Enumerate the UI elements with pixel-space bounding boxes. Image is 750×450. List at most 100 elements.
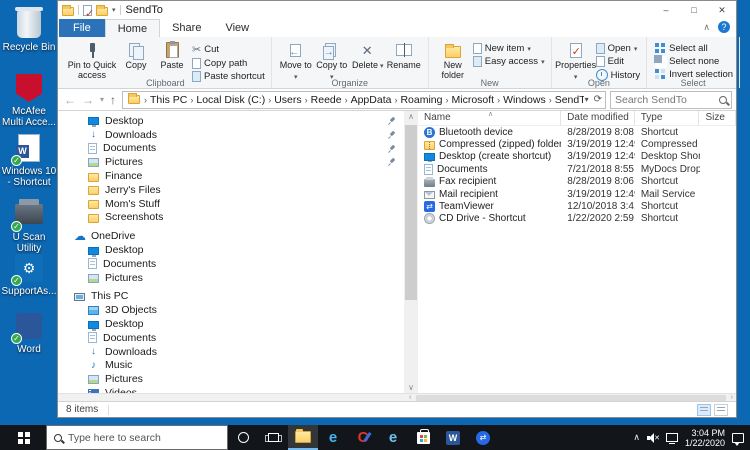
scroll-up-icon[interactable]: ∧: [404, 112, 418, 121]
desktop-icon-supportas[interactable]: ✓SupportAs...: [1, 252, 57, 297]
desktop-icon-u-scan-utility[interactable]: ✓U Scan Utility: [1, 198, 57, 254]
new-item-button[interactable]: New item▾: [473, 43, 545, 54]
sidebar-item-pictures[interactable]: Pictures: [58, 271, 404, 285]
start-button[interactable]: [0, 425, 46, 450]
breadcrumb-segment-sendto[interactable]: SendTo: [553, 94, 584, 106]
search-box[interactable]: Search SendTo: [610, 91, 732, 109]
sidebar-item-documents[interactable]: Documents: [58, 142, 404, 156]
sidebar-item-desktop[interactable]: Desktop: [58, 317, 404, 331]
copy-button[interactable]: Copy: [118, 40, 154, 71]
qat-folder-icon[interactable]: [62, 7, 74, 16]
action-center-icon[interactable]: [732, 433, 744, 443]
copy-to-button[interactable]: Copy to ▾: [314, 40, 350, 82]
taskbar-edge-button[interactable]: e: [318, 425, 348, 450]
tab-share[interactable]: Share: [160, 19, 213, 37]
file-row-documents[interactable]: Documents7/21/2018 8:55 PMMyDocs Drop Ta…: [418, 163, 736, 175]
sidebar-item-this-pc[interactable]: This PC: [58, 290, 404, 304]
desktop-icon-recycle-bin[interactable]: Recycle Bin: [1, 8, 57, 53]
minimize-button[interactable]: –: [652, 1, 680, 19]
sidebar-item-pictures[interactable]: Pictures: [58, 155, 404, 169]
up-button-icon[interactable]: ↑: [110, 93, 116, 107]
sidebar-item-3d-objects[interactable]: 3D Objects: [58, 303, 404, 317]
network-icon[interactable]: [666, 433, 678, 442]
tab-file[interactable]: File: [59, 19, 105, 37]
file-row-fax-recipient[interactable]: Fax recipient8/28/2019 8:06 PMShortcut: [418, 176, 736, 188]
taskbar-internet-explorer-button[interactable]: e: [378, 425, 408, 450]
sidebar-item-onedrive[interactable]: ☁OneDrive: [58, 229, 404, 243]
tab-home[interactable]: Home: [105, 19, 160, 37]
scroll-left-icon[interactable]: ‹: [406, 394, 414, 401]
file-row-mail-recipient[interactable]: Mail recipient3/19/2019 12:49 AMMail Ser…: [418, 188, 736, 200]
tray-expand-chevron-icon[interactable]: ∧: [633, 432, 640, 443]
qat-properties-icon[interactable]: [83, 5, 92, 16]
breadcrumb-segment-this-pc[interactable]: This PC: [148, 94, 189, 106]
file-row-bluetooth-device[interactable]: BBluetooth device8/28/2019 8:08 PMShortc…: [418, 126, 736, 138]
column-header-size[interactable]: Size: [699, 111, 736, 125]
file-row-cd-drive-shortcut[interactable]: CD Drive - Shortcut1/22/2020 2:59 PMShor…: [418, 213, 736, 225]
close-button[interactable]: ✕: [708, 1, 736, 19]
pin-to-quick-access-button[interactable]: Pin to Quick access: [66, 40, 118, 80]
clock[interactable]: 3:04 PM 1/22/2020: [685, 428, 725, 448]
scrollbar-thumb[interactable]: [405, 125, 417, 300]
easy-access-button[interactable]: Easy access▾: [473, 56, 545, 67]
breadcrumb[interactable]: ›This PC›Local Disk (C:)›Users›Reede›App…: [122, 91, 606, 109]
breadcrumb-segment-windows[interactable]: Windows: [501, 94, 548, 106]
rename-button[interactable]: Rename: [386, 40, 422, 71]
taskbar-word-button[interactable]: W: [438, 425, 468, 450]
sidebar-item-desktop[interactable]: Desktop: [58, 243, 404, 257]
column-header-date-modified[interactable]: Date modified: [561, 111, 635, 125]
column-header-type[interactable]: Type: [635, 111, 700, 125]
sidebar-item-music[interactable]: ♪Music: [58, 359, 404, 373]
sidebar-item-mom-s-stuff[interactable]: Mom's Stuff: [58, 197, 404, 211]
move-to-button[interactable]: Move to ▾: [278, 40, 314, 82]
desktop-icon-windows-10-shortcut[interactable]: ✓Windows 10 - Shortcut: [1, 132, 57, 188]
nav-scrollbar[interactable]: ∧ ∨: [404, 111, 418, 393]
sidebar-item-screenshots[interactable]: Screenshots: [58, 211, 404, 225]
volume-muted-icon[interactable]: ✕: [647, 433, 659, 443]
new-folder-button[interactable]: New folder: [435, 40, 471, 80]
forward-button-icon[interactable]: →: [82, 93, 94, 107]
paste-button[interactable]: Paste: [154, 40, 190, 71]
sidebar-item-videos[interactable]: Videos: [58, 386, 404, 393]
properties-button[interactable]: Properties ▾: [558, 40, 594, 82]
breadcrumb-segment-reede[interactable]: Reede: [309, 94, 344, 106]
taskbar-search[interactable]: Type here to search: [46, 425, 228, 450]
taskbar-teamviewer-button[interactable]: ⇄: [468, 425, 498, 450]
taskbar-task-view-button[interactable]: [258, 425, 288, 450]
maximize-button[interactable]: □: [680, 1, 708, 19]
breadcrumb-segment-roaming[interactable]: Roaming: [398, 94, 444, 106]
file-row-teamviewer[interactable]: ⇄TeamViewer12/10/2018 3:41 PMShortcut: [418, 200, 736, 212]
sidebar-item-downloads[interactable]: ↓Downloads: [58, 128, 404, 142]
taskbar-microsoft-store-button[interactable]: [408, 425, 438, 450]
edit-button[interactable]: Edit: [596, 56, 641, 67]
title-bar[interactable]: ▾ SendTo – □ ✕: [58, 1, 736, 19]
cut-button[interactable]: Cut: [192, 43, 265, 56]
delete-button[interactable]: Delete ▾: [350, 40, 386, 72]
details-view-button[interactable]: [697, 404, 711, 416]
desktop-icon-mcafee-multi-acce[interactable]: McAfee Multi Acce...: [1, 72, 57, 128]
scroll-right-icon[interactable]: ›: [728, 394, 736, 401]
select-all-button[interactable]: Select all: [655, 43, 733, 54]
sidebar-item-jerry-s-files[interactable]: Jerry's Files: [58, 183, 404, 197]
horizontal-scrollbar[interactable]: ‹ ›: [58, 393, 736, 401]
taskbar-ccleaner-button[interactable]: C: [348, 425, 378, 450]
sidebar-item-documents[interactable]: Documents: [58, 331, 404, 345]
sidebar-item-documents[interactable]: Documents: [58, 257, 404, 271]
help-icon[interactable]: ?: [718, 21, 730, 33]
breadcrumb-segment-users[interactable]: Users: [272, 94, 303, 106]
refresh-icon[interactable]: ⟳: [594, 94, 602, 105]
open-button[interactable]: Open▾: [596, 43, 641, 54]
breadcrumb-segment-appdata[interactable]: AppData: [349, 94, 394, 106]
back-button-icon[interactable]: ←: [64, 93, 76, 107]
copy-path-button[interactable]: Copy path: [192, 58, 265, 69]
qat-new-folder-icon[interactable]: [96, 7, 108, 16]
recent-locations-chevron-icon[interactable]: ▾: [100, 95, 104, 104]
breadcrumb-segment-local-disk-c[interactable]: Local Disk (C:): [194, 94, 267, 106]
qat-customize-chevron-icon[interactable]: ▾: [112, 6, 116, 14]
hscroll-track[interactable]: [416, 395, 725, 401]
desktop-icon-word[interactable]: ✓Word: [1, 310, 57, 355]
sidebar-item-desktop[interactable]: Desktop: [58, 114, 404, 128]
sidebar-item-pictures[interactable]: Pictures: [58, 372, 404, 386]
collapse-ribbon-icon[interactable]: ∧: [703, 22, 710, 33]
scroll-down-icon[interactable]: ∨: [404, 383, 418, 392]
